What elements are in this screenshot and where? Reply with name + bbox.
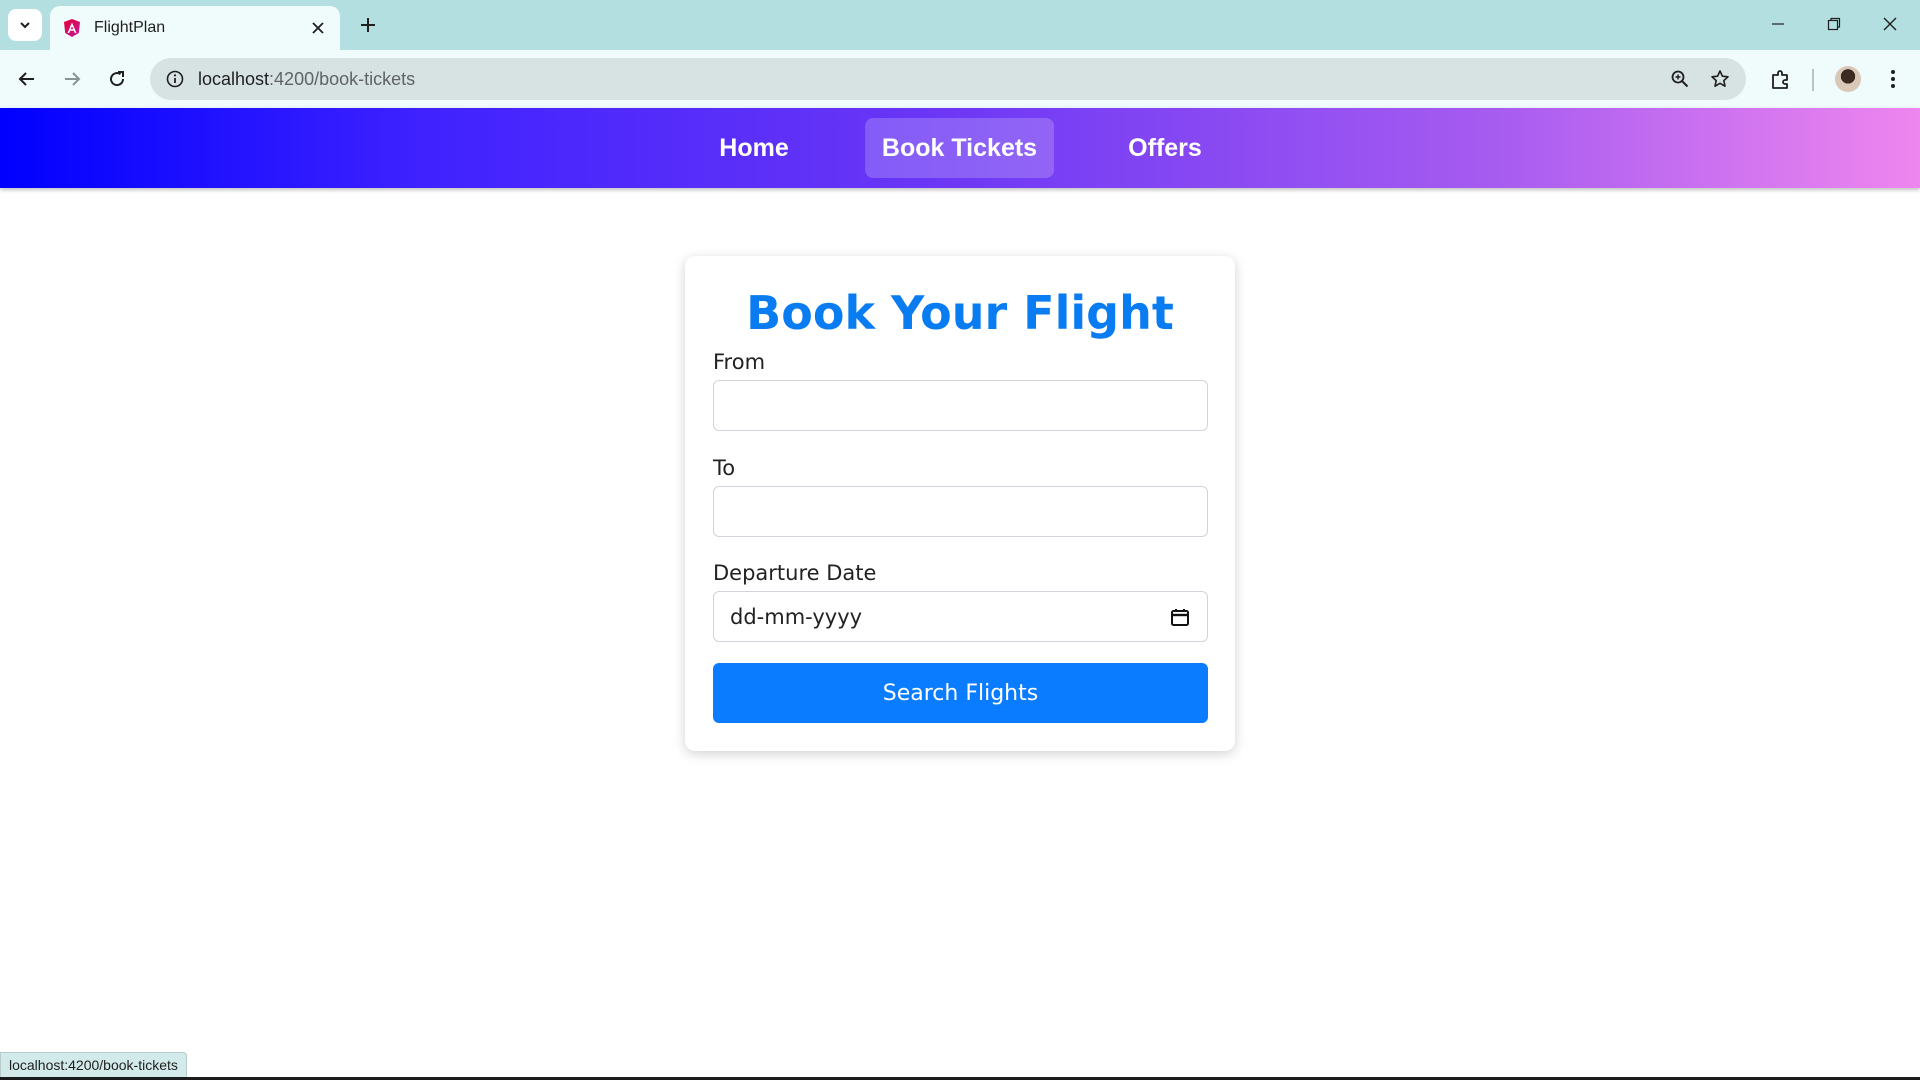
nav-offers-link[interactable]: Offers xyxy=(1110,118,1220,178)
close-window-button[interactable] xyxy=(1862,0,1918,48)
reload-icon xyxy=(110,71,125,87)
site-info-button[interactable] xyxy=(154,58,196,100)
new-tab-button[interactable] xyxy=(352,9,384,41)
nav-book-tickets-link[interactable]: Book Tickets xyxy=(865,118,1054,178)
back-button[interactable] xyxy=(9,61,45,97)
browser-tab-bar: FlightPlan xyxy=(0,0,1920,50)
browser-toolbar: localhost:4200/book-tickets xyxy=(0,50,1920,108)
to-label: To xyxy=(713,456,736,480)
to-input[interactable] xyxy=(713,486,1208,537)
departure-date-input[interactable]: dd-mm-yyyy xyxy=(713,591,1208,642)
calendar-icon xyxy=(1171,608,1189,626)
extensions-button[interactable] xyxy=(1763,61,1799,97)
from-input[interactable] xyxy=(713,380,1208,431)
date-placeholder: dd-mm-yyyy xyxy=(730,604,863,629)
search-flights-button[interactable]: Search Flights xyxy=(713,663,1208,723)
arrow-right-icon xyxy=(65,72,81,86)
toolbar-separator xyxy=(1812,69,1814,91)
url-path: :4200/book-tickets xyxy=(269,68,416,89)
close-icon xyxy=(1883,17,1897,31)
tab-title: FlightPlan xyxy=(94,19,166,36)
arrow-left-icon xyxy=(18,72,34,86)
browser-menu-button[interactable] xyxy=(1875,61,1911,97)
app-navbar: Home Book Tickets Offers xyxy=(0,108,1920,188)
restore-button[interactable] xyxy=(1806,0,1862,48)
from-label: From xyxy=(713,350,766,374)
form-title: Book Your Flight xyxy=(746,286,1174,340)
puzzle-icon xyxy=(1772,70,1788,89)
nav-home-link[interactable]: Home xyxy=(700,118,808,178)
minimize-button[interactable] xyxy=(1750,0,1806,48)
status-bar-url: localhost:4200/book-tickets xyxy=(0,1052,187,1078)
calendar-picker-button[interactable] xyxy=(1169,606,1191,628)
browser-tab[interactable]: FlightPlan xyxy=(50,6,340,50)
zoom-icon xyxy=(1671,70,1689,88)
tab-list-button[interactable] xyxy=(8,9,42,41)
kebab-icon xyxy=(1891,70,1895,88)
reload-button[interactable] xyxy=(99,61,135,97)
restore-icon xyxy=(1827,17,1841,31)
booking-form-card: Book Your Flight From To Departure Date … xyxy=(685,256,1235,751)
zoom-button[interactable] xyxy=(1660,59,1700,99)
close-icon xyxy=(312,22,324,34)
angular-icon xyxy=(64,19,80,37)
plus-icon xyxy=(361,18,375,32)
departure-date-label: Departure Date xyxy=(713,561,877,585)
profile-button[interactable] xyxy=(1830,61,1866,97)
info-icon xyxy=(166,70,184,88)
forward-button[interactable] xyxy=(54,61,90,97)
chevron-down-icon xyxy=(20,22,30,29)
minimize-icon xyxy=(1772,23,1784,25)
url-host: localhost xyxy=(198,68,270,89)
tab-close-button[interactable] xyxy=(304,14,332,42)
url-text[interactable]: localhost:4200/book-tickets xyxy=(198,69,1660,90)
address-bar[interactable]: localhost:4200/book-tickets xyxy=(150,58,1746,100)
bookmark-button[interactable] xyxy=(1700,59,1740,99)
avatar xyxy=(1835,66,1861,92)
star-icon xyxy=(1711,70,1729,87)
